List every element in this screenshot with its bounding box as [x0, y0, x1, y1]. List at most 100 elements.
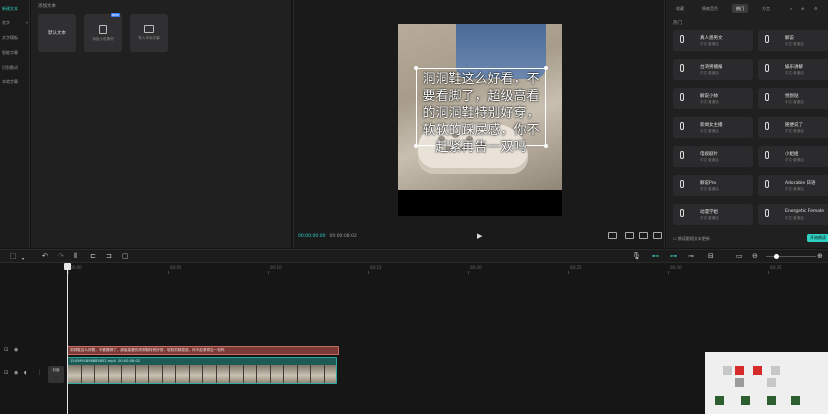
fullscreen-icon[interactable] — [653, 232, 662, 239]
rail-item-local-caption[interactable]: 本地字幕 — [0, 77, 30, 86]
voice-tabs: 收藏 情感音色 热门 方言 » ⊕ ⚙ — [666, 4, 828, 14]
original-ratio-button[interactable] — [608, 232, 617, 239]
voice-card[interactable]: 新闻女主播 中文·普通话 — [673, 117, 753, 138]
ratio-button[interactable] — [639, 232, 648, 239]
voice-name: 动漫学姐 — [700, 210, 718, 215]
voice-card[interactable]: 动漫学姐 中文·普通话 — [673, 204, 753, 225]
microphone-icon — [680, 35, 684, 43]
cover-button[interactable]: 封面 — [48, 366, 64, 383]
zoom-in-icon[interactable]: ⊕ — [817, 252, 823, 261]
zoom-slider-knob[interactable] — [774, 254, 779, 259]
voice-card[interactable]: 真人感男文 中文·普通话 — [673, 30, 753, 51]
rail-item-text-template[interactable]: 文字模板 — [0, 33, 30, 42]
video-clip[interactable]: 1545991898885852.mp4 00:00:08:02 — [67, 357, 337, 384]
voice-name: 台湾男播报 — [700, 65, 723, 70]
main-track-magnet-icon[interactable]: ⊷ — [652, 252, 659, 261]
import-caption-card[interactable]: 导入本地字幕 — [130, 14, 168, 52]
voice-card[interactable]: Adorable 日语 中文·普通话 — [758, 175, 828, 196]
ruler-tick-label: 00:05 — [170, 265, 182, 270]
split-left-icon[interactable]: ⊏ — [90, 252, 96, 261]
voice-language: 中文·普通话 — [785, 42, 804, 46]
timeline-area[interactable] — [0, 263, 828, 414]
voice-card[interactable]: Energetic Female 中文·普通话 — [758, 204, 828, 225]
eye-icon[interactable]: ◉ — [14, 370, 18, 376]
preview-axis-icon[interactable]: ⊟ — [708, 252, 714, 261]
microphone-icon[interactable]: 🎙 — [632, 252, 641, 261]
tab-dialect[interactable]: 方言 — [758, 4, 774, 13]
tab-favorites[interactable]: 收藏 — [672, 4, 688, 13]
resize-handle[interactable] — [544, 66, 548, 70]
ruler-tick-label: 00:30 — [670, 265, 682, 270]
resize-handle[interactable] — [544, 144, 548, 148]
video-thumbnail — [230, 365, 244, 383]
delete-icon[interactable]: ▢ — [122, 252, 129, 261]
voice-card[interactable]: 电视剧片 中文·普通话 — [673, 146, 753, 167]
caption-selection-box[interactable]: 洞洞鞋这么好看，不要看脚了，超级高看的洞洞鞋特别好穿，软软的踩屎感，你不赶紧再告… — [414, 66, 548, 155]
eye-icon[interactable]: ◉ — [14, 347, 18, 353]
fit-icon[interactable] — [625, 232, 634, 239]
rail-item-new-text[interactable]: 新建文本 — [0, 4, 30, 13]
lock-icon[interactable]: ⊡ — [4, 347, 8, 353]
voice-name: 新闻女主播 — [700, 123, 723, 128]
voice-card[interactable]: 解说小帅 中文·普通话 — [673, 88, 753, 109]
split-right-icon[interactable]: ⊐ — [106, 252, 112, 261]
voice-language: 中文·普通话 — [785, 100, 804, 104]
start-reading-button[interactable]: 开始朗读 — [807, 234, 828, 242]
speaker-icon[interactable]: ◖ — [24, 370, 27, 376]
voice-card[interactable]: 娱乐讲解 中文·普通话 — [758, 59, 828, 80]
rail-item-lyrics[interactable]: 识别歌词 — [0, 63, 30, 72]
text-clip[interactable]: 洞洞鞋这么好看，不要看脚了，超级高看的洞洞鞋特别好穿，软软的踩屎感，你不赶紧再告… — [67, 346, 339, 355]
voice-name: 电视剧片 — [700, 152, 718, 157]
voice-card[interactable]: 悦悦哒 中文·普通话 — [758, 88, 828, 109]
more-icon[interactable]: ⋮ — [37, 370, 42, 376]
auto-snap-icon[interactable]: ⊶ — [670, 252, 677, 261]
split-icon[interactable]: ⫴ — [74, 252, 77, 261]
rail-item-flower-text[interactable]: 花字 ▾ — [0, 18, 30, 27]
tab-popular[interactable]: 热门 — [732, 4, 748, 13]
playhead-line[interactable] — [67, 263, 68, 414]
select-icon[interactable]: ⬚ — [10, 252, 17, 261]
redo-icon[interactable]: ↷ — [58, 252, 64, 261]
blurred-overlay — [705, 352, 828, 414]
default-text-card[interactable]: 默认文本 — [38, 14, 76, 52]
video-thumbnail — [324, 365, 336, 383]
ruler-tick-label: 00:35 — [770, 265, 782, 270]
voice-card[interactable]: 小姐姐 中文·普通话 — [758, 146, 828, 167]
lock-icon[interactable]: ⊡ — [4, 370, 8, 376]
link-icon[interactable]: ⊸ — [688, 252, 694, 261]
voice-card[interactable]: 解说 中文·普通话 — [758, 30, 828, 51]
tab-emotion[interactable]: 情感音色 — [698, 4, 722, 13]
voice-name: 真人感男文 — [700, 36, 723, 41]
timeline-toolbar: ⬚ ▾ ↶ ↷ ⫴ ⊏ ⊐ ▢ 🎙 ⊷ ⊶ ⊸ ⊟ ▭ ⊖ ⊕ — [0, 249, 828, 263]
voice-language: 中文·普通话 — [785, 158, 804, 162]
follow-text-label[interactable]: ☐ 朗读跟随文本更新 — [673, 236, 710, 242]
video-canvas[interactable]: 洞洞鞋这么好看，不要看脚了，超级高看的洞洞鞋特别好穿，软软的踩屎感，你不赶紧再告… — [398, 24, 562, 216]
voice-card[interactable]: 台湾男播报 中文·普通话 — [673, 59, 753, 80]
chevron-down-icon[interactable]: ▾ — [22, 254, 24, 263]
voice-name: 解说小帅 — [700, 94, 718, 99]
undo-icon[interactable]: ↶ — [42, 252, 48, 261]
microphone-icon — [680, 180, 684, 188]
video-clip-label: 1545991898885852.mp4 00:00:08:02 — [70, 359, 140, 363]
novel-material-card[interactable]: NEW 添加小说素材 — [84, 13, 122, 52]
voice-card[interactable]: 随便说了 中文·普通话 — [758, 117, 828, 138]
zoom-out-icon[interactable]: ⊖ — [752, 252, 758, 261]
card-label: 默认文本 — [48, 31, 66, 36]
playhead-handle[interactable] — [64, 263, 71, 270]
resize-handle[interactable] — [414, 144, 418, 148]
voice-card[interactable]: 解说Pro 中文·普通话 — [673, 175, 753, 196]
caption-icon[interactable]: ▭ — [736, 252, 743, 261]
play-button[interactable]: ▶ — [477, 232, 482, 240]
text-library-panel: 添加文本 默认文本 NEW 添加小说素材 导入本地字幕 — [31, 0, 291, 248]
settings-icon[interactable]: ⚙ — [810, 4, 822, 13]
microphone-icon — [765, 122, 769, 130]
voice-language: 中文·普通话 — [700, 158, 719, 162]
resize-handle[interactable] — [414, 66, 418, 70]
rail-item-smart-caption[interactable]: 智能字幕 — [0, 48, 30, 57]
add-icon[interactable]: ⊕ — [797, 4, 808, 13]
video-thumbnail — [162, 365, 176, 383]
ruler-tick — [768, 271, 769, 274]
more-icon[interactable]: » — [786, 4, 796, 13]
library-title: 添加文本 — [38, 4, 56, 9]
folder-icon — [144, 25, 154, 33]
